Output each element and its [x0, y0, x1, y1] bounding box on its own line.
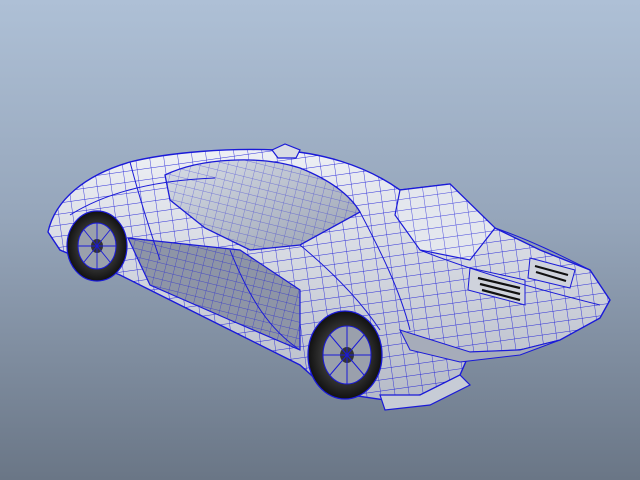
rear-spoiler [271, 143, 301, 159]
3d-viewport[interactable] [0, 0, 640, 480]
rear-wheel [66, 210, 128, 282]
car-wireframe-model[interactable] [0, 0, 640, 480]
front-wheel [307, 310, 383, 400]
